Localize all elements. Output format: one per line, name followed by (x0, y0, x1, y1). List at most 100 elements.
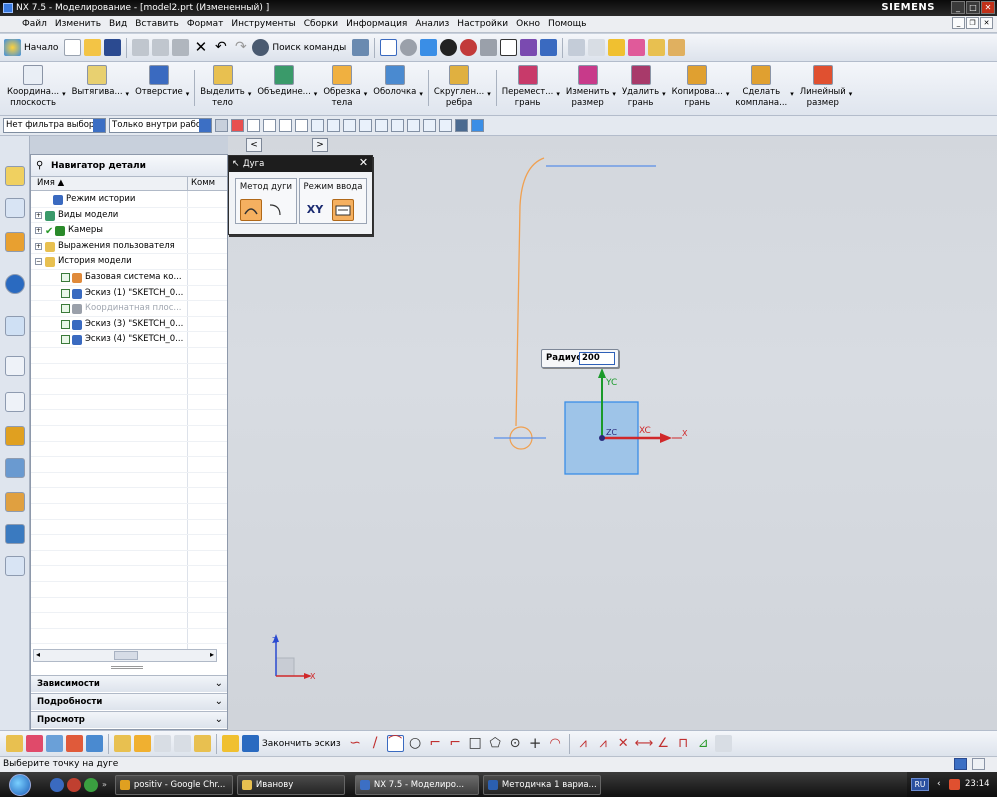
unite-button[interactable]: Объедине... (254, 62, 313, 98)
cut-icon[interactable] (132, 39, 150, 56)
point-snap-control-icon[interactable] (343, 119, 356, 132)
redo-icon[interactable]: ↷ (232, 39, 249, 56)
menu-analysis[interactable]: Анализ (415, 18, 449, 30)
layer-settings-icon[interactable] (568, 39, 586, 56)
snap-toggle-icon[interactable] (455, 119, 468, 132)
shell-button[interactable]: Оболочка (370, 62, 419, 98)
sketch-feature-icon[interactable] (26, 735, 43, 752)
snap-icon[interactable] (608, 39, 626, 56)
orient-view-icon[interactable] (400, 39, 418, 56)
type-filter-select[interactable]: Нет фильтра выбор (3, 118, 106, 133)
arc-dialog-header[interactable]: ↖ Дуга ✕ (229, 156, 372, 172)
extract-body-button[interactable]: Выделить тело (197, 62, 248, 109)
wcs-icon[interactable] (520, 39, 538, 56)
dropdown-arrow-icon[interactable]: ▾ (726, 90, 730, 98)
extrude-button[interactable]: Вытягива... (69, 62, 126, 98)
visibility-checkbox[interactable] (61, 335, 70, 345)
select-all-icon[interactable] (295, 119, 308, 132)
menu-tools[interactable]: Инструменты (231, 18, 295, 30)
scroll-left-icon[interactable]: ◂ (36, 650, 40, 659)
expand-toggle-icon[interactable]: + (35, 242, 42, 250)
tree-row[interactable]: Режим истории (31, 192, 227, 208)
sketch-preferences-icon[interactable] (194, 735, 211, 752)
datum-plane-button[interactable]: Координа... плоскость (4, 62, 62, 109)
panel-preview[interactable]: Просмотр ⌄ (31, 711, 227, 728)
sketch-constraints-icon[interactable] (6, 735, 23, 752)
sketch-style-icon[interactable] (174, 735, 191, 752)
minimize-button[interactable]: _ (951, 1, 965, 14)
select-body-icon[interactable] (279, 119, 292, 132)
undo-icon[interactable]: ↶ (212, 39, 229, 56)
menu-preferences[interactable]: Настройки (457, 18, 508, 30)
part-navigator-icon[interactable] (5, 198, 25, 218)
copy-icon[interactable] (152, 39, 170, 56)
column-name[interactable]: Имя ▲ (37, 177, 64, 190)
rectangle-icon[interactable]: □ (467, 735, 484, 752)
menu-window[interactable]: Окно (516, 18, 540, 30)
column-comment[interactable]: Комм (187, 177, 227, 190)
status-icon[interactable] (954, 758, 967, 770)
make-corner-icon[interactable]: ✕ (615, 735, 632, 752)
offset-curve-icon[interactable]: ◠ (547, 735, 564, 752)
palette-icon[interactable] (5, 492, 25, 512)
dropdown-arrow-icon[interactable]: ▾ (419, 90, 423, 98)
process-studio-icon[interactable] (5, 392, 25, 412)
visibility-checkbox[interactable] (61, 288, 70, 298)
scroll-right-icon[interactable]: ▸ (210, 650, 214, 659)
edge-blend-button[interactable]: Скруглен... ребра (431, 62, 487, 109)
dropdown-arrow-icon[interactable]: ▾ (62, 90, 66, 98)
create-inferred-icon[interactable] (114, 735, 131, 752)
point-snap-existing-icon[interactable] (407, 119, 420, 132)
doc-minimize-button[interactable]: _ (952, 17, 965, 29)
dropdown-arrow-icon[interactable]: ▾ (314, 90, 318, 98)
resize-face-button[interactable]: Изменить размер (563, 62, 613, 109)
dropdown-arrow-icon[interactable]: ▾ (364, 90, 368, 98)
point-snap-on-curve-icon[interactable] (423, 119, 436, 132)
history-icon[interactable] (5, 316, 25, 336)
view-orient-icon[interactable] (471, 119, 484, 132)
chrome-quicklaunch-icon[interactable] (84, 777, 98, 792)
start-button[interactable]: Начало (24, 43, 58, 53)
visibility-checkbox[interactable] (61, 319, 70, 329)
show-desktop-icon[interactable] (50, 777, 64, 792)
menu-format[interactable]: Формат (187, 18, 224, 30)
make-coplanar-button[interactable]: Сделать комплана... (732, 62, 790, 109)
point-snap-quadrant-icon[interactable] (391, 119, 404, 132)
menu-view[interactable]: Вид (109, 18, 127, 30)
tree-row[interactable]: Эскиз (3) "SKETCH_0... (31, 317, 227, 333)
dropdown-arrow-icon[interactable]: ▾ (662, 90, 666, 98)
doc-restore-button[interactable]: ❐ (966, 17, 979, 29)
tree-row[interactable]: Эскиз (1) "SKETCH_0... (31, 286, 227, 302)
menu-assemblies[interactable]: Сборки (304, 18, 338, 30)
navigator-hscroll[interactable]: ◂ ▸ (33, 649, 217, 662)
dropdown-arrow-icon[interactable]: ▾ (248, 90, 252, 98)
visual-report-icon[interactable] (5, 524, 25, 544)
menu-file[interactable]: Файл (8, 18, 47, 30)
dropdown-arrow-icon[interactable]: ▾ (790, 90, 794, 98)
tray-app-icon[interactable] (949, 779, 960, 790)
radius-input[interactable]: 200 (579, 352, 615, 365)
visibility-checkbox[interactable] (61, 304, 70, 314)
ellipse-icon[interactable]: ⊙ (507, 735, 524, 752)
dropdown-arrow-icon[interactable]: ▾ (487, 90, 491, 98)
expand-toggle-icon[interactable]: + (35, 211, 42, 219)
open-folder-icon[interactable] (84, 39, 102, 56)
linear-dimension-button[interactable]: Линейный размер (797, 62, 849, 109)
fillet-icon[interactable]: ⌐ (427, 735, 444, 752)
point-snap-endpoint-icon[interactable] (311, 119, 324, 132)
delete-icon[interactable]: ✕ (192, 39, 209, 56)
chamfer-icon[interactable]: ⌐ (447, 735, 464, 752)
coordinate-mode-button[interactable]: XY (304, 199, 326, 221)
alternate-solution-icon[interactable] (714, 735, 732, 752)
measure-icon[interactable] (648, 39, 666, 56)
selection-scope-select[interactable]: Только внутри рабо (109, 118, 212, 133)
wireframe-icon[interactable] (480, 39, 498, 56)
quick-extend-icon[interactable]: ⩘ (595, 735, 612, 752)
parameter-mode-button[interactable] (332, 199, 354, 221)
auto-constrain-icon[interactable] (134, 735, 151, 752)
wcs-orient-icon[interactable] (588, 39, 606, 56)
dropdown-arrow-icon[interactable]: ▾ (186, 90, 190, 98)
delete-face-button[interactable]: Удалить грань (619, 62, 662, 109)
dimension-icon[interactable]: ⟷ (635, 735, 654, 752)
task-nx[interactable]: NX 7.5 - Моделиро... (354, 774, 479, 795)
